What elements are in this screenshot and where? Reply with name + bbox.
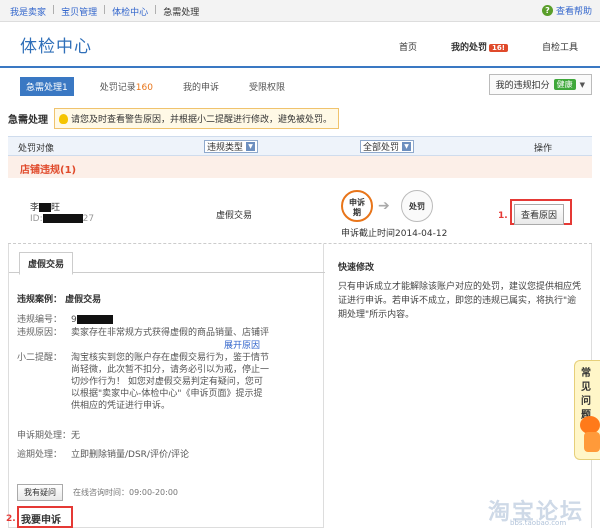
account-name-prefix: 李: [30, 203, 40, 213]
breadcrumb-checkup[interactable]: 体检中心: [112, 5, 148, 18]
field-value: 淘宝核实到您的账户存在虚假交易行为，鉴于情节尚轻微，此次暂不扣分，请务必引以为戒…: [71, 353, 270, 411]
top-nav: 首页 我的处罚 16! 自检工具: [399, 40, 578, 53]
online-consult-time: 在线咨询时间：09:00-20:00: [73, 488, 178, 497]
lightbulb-icon: [59, 113, 68, 124]
field-value: 立即删除销量/DSR/评价/评论: [71, 450, 189, 460]
help-icon: ?: [541, 5, 553, 16]
tab-fake-transaction[interactable]: 虚假交易: [19, 252, 74, 275]
col-penalty-object: 处罚对像: [18, 144, 55, 154]
table-header: 处罚对像 违规类型 ▼ 全部处罚 ▼ 操作: [8, 136, 592, 156]
account-name-suffix: 旺: [51, 203, 61, 213]
mascot-body: [584, 432, 600, 452]
field-key: 违规原因：: [17, 328, 63, 338]
arrow-right-icon: ➔: [378, 198, 390, 214]
breadcrumb-seller[interactable]: 我是卖家: [10, 5, 46, 18]
breadcrumb-items[interactable]: 宝贝管理: [61, 5, 97, 18]
field-key: 逾期处理：: [17, 450, 63, 460]
col-action: 操作: [534, 144, 553, 154]
breadcrumb-separator: |: [52, 5, 56, 15]
watermark-url: bbs.taobao.com: [510, 519, 567, 527]
field-value: 无: [71, 431, 81, 441]
tab-penalty-records-count: 160: [135, 83, 153, 93]
tab-penalty-records[interactable]: 处罚记录160: [96, 77, 157, 96]
step-penalty: 处罚: [401, 190, 433, 222]
field-overdue-handling: 逾期处理： 立即删除销量/DSR/评价/评论: [17, 449, 317, 461]
breadcrumb-current: 急需处理: [163, 8, 200, 18]
page-title: 体检中心: [20, 37, 92, 57]
quick-fix-title: 快速修改: [338, 263, 375, 273]
quick-fix-panel: 快速修改 只有申诉成立才能解除该账户对应的处罚，建议您提供相应凭证进行申诉。若申…: [324, 244, 592, 528]
field-appeal-handling: 申诉期处理： 无: [17, 430, 317, 442]
tab-penalty-records-label: 处罚记录: [99, 83, 136, 93]
annotation-marker-2: 2.: [6, 514, 16, 524]
chevron-down-icon: ▼: [579, 80, 585, 89]
chevron-down-icon: ▼: [246, 142, 256, 151]
field-key: 违规编号：: [17, 315, 63, 325]
field-violation-reason: 违规原因： 卖家存在非常规方式获得虚假的商品销量、店铺评: [17, 327, 317, 339]
field-staff-reminder: 小二提醒： 淘宝核实到您的账户存在虚假交易行为，鉴于情节尚轻微，此次暂不扣分，请…: [17, 352, 317, 412]
health-status-badge: 健康: [553, 79, 576, 90]
breadcrumb-separator: |: [154, 5, 158, 15]
violation-score-dropdown[interactable]: 我的违规扣分 健康 ▼: [488, 74, 592, 95]
violation-type-select[interactable]: 违规类型 ▼: [204, 140, 259, 153]
penalty-filter-select[interactable]: 全部处罚 ▼: [360, 140, 415, 153]
violation-score-label: 我的违规扣分: [495, 81, 550, 91]
tip-box: 请您及时查看警告原因，并根据小二提醒进行修改，避免被处罚。: [54, 108, 340, 129]
tip-text: 请您及时查看警告原因，并根据小二提醒进行修改，避免被处罚。: [71, 115, 333, 125]
nav-my-penalties[interactable]: 我的处罚 16!: [451, 40, 508, 53]
urgent-title: 急需处理: [8, 115, 48, 126]
violation-type-value: 违规类型: [207, 143, 244, 153]
redaction-bar: [76, 315, 113, 324]
tab-restricted-permissions[interactable]: 受限权限: [245, 77, 289, 96]
account-name: 李旺: [30, 200, 60, 213]
annotation-marker-1: 1.: [498, 211, 508, 221]
nav-self-check-tools[interactable]: 自检工具: [542, 40, 578, 53]
faq-label: 常见问题: [581, 368, 591, 421]
nav-home[interactable]: 首页: [399, 40, 417, 53]
section-title: 店铺违规(1): [20, 165, 77, 176]
step-appeal-period: 申诉 期: [341, 190, 373, 222]
redaction-bar: [42, 214, 83, 223]
field-key: 小二提醒：: [17, 353, 63, 363]
breadcrumb: 我是卖家 | 宝贝管理 | 体检中心 | 急需处理: [10, 5, 199, 18]
field-key: 申诉期处理：: [17, 431, 72, 441]
appeal-deadline: 申诉截止时间2014-04-12: [341, 229, 448, 239]
field-value: 9: [71, 314, 113, 326]
appeal-button[interactable]: 我要申诉: [21, 511, 61, 526]
expand-reason-link[interactable]: 展开原因: [224, 338, 260, 351]
help-link[interactable]: ? 查看帮助: [541, 4, 592, 17]
field-violation-number: 违规编号： 9: [17, 314, 317, 326]
redaction-bar: [39, 203, 52, 212]
view-reason-button[interactable]: 查看原因: [514, 204, 565, 225]
account-id-suffix: 27: [82, 214, 95, 224]
chevron-down-icon: ▼: [402, 142, 412, 151]
tab-bar: 急需处理1 处罚记录160 我的申诉 受限权限: [20, 77, 289, 96]
quick-fix-text: 只有申诉成立才能解除该账户对应的处罚，建议您提供相应凭证进行申诉。若申诉不成立，…: [338, 282, 582, 320]
tab-my-appeals[interactable]: 我的申诉: [179, 77, 223, 96]
ask-question-button[interactable]: 我有疑问: [17, 484, 63, 501]
penalty-filter-value: 全部处罚: [363, 143, 400, 153]
account-id-prefix: ID:: [30, 214, 43, 224]
page-header: 体检中心 首页 我的处罚 16! 自检工具: [0, 22, 600, 68]
violation-detail-panel: 虚假交易 违规案例： 虚假交易 违规编号： 9 违规原因： 卖家存在非常规方式获…: [6, 244, 325, 528]
violation-type: 虚假交易: [216, 211, 253, 221]
nav-my-penalties-label: 我的处罚: [451, 43, 488, 53]
breadcrumb-bar: 我是卖家 | 宝贝管理 | 体检中心 | 急需处理 ? 查看帮助: [0, 0, 600, 22]
mascot-icon: [580, 416, 600, 456]
case-title: 违规案例： 虚假交易: [17, 295, 102, 305]
urgent-notice: 急需处理 请您及时查看警告原因，并根据小二提醒进行修改，避免被处罚。: [8, 108, 340, 129]
help-label: 查看帮助: [555, 7, 592, 17]
step-appeal-line2: 期: [353, 208, 361, 217]
step-appeal-line1: 申诉: [349, 198, 365, 207]
tab-urgent[interactable]: 急需处理1: [20, 77, 74, 96]
account-id: ID: 27: [30, 214, 94, 224]
shop-violation-section: 店铺违规(1): [8, 156, 592, 178]
breadcrumb-separator: |: [103, 5, 107, 15]
penalty-count-badge: 16!: [489, 44, 508, 52]
